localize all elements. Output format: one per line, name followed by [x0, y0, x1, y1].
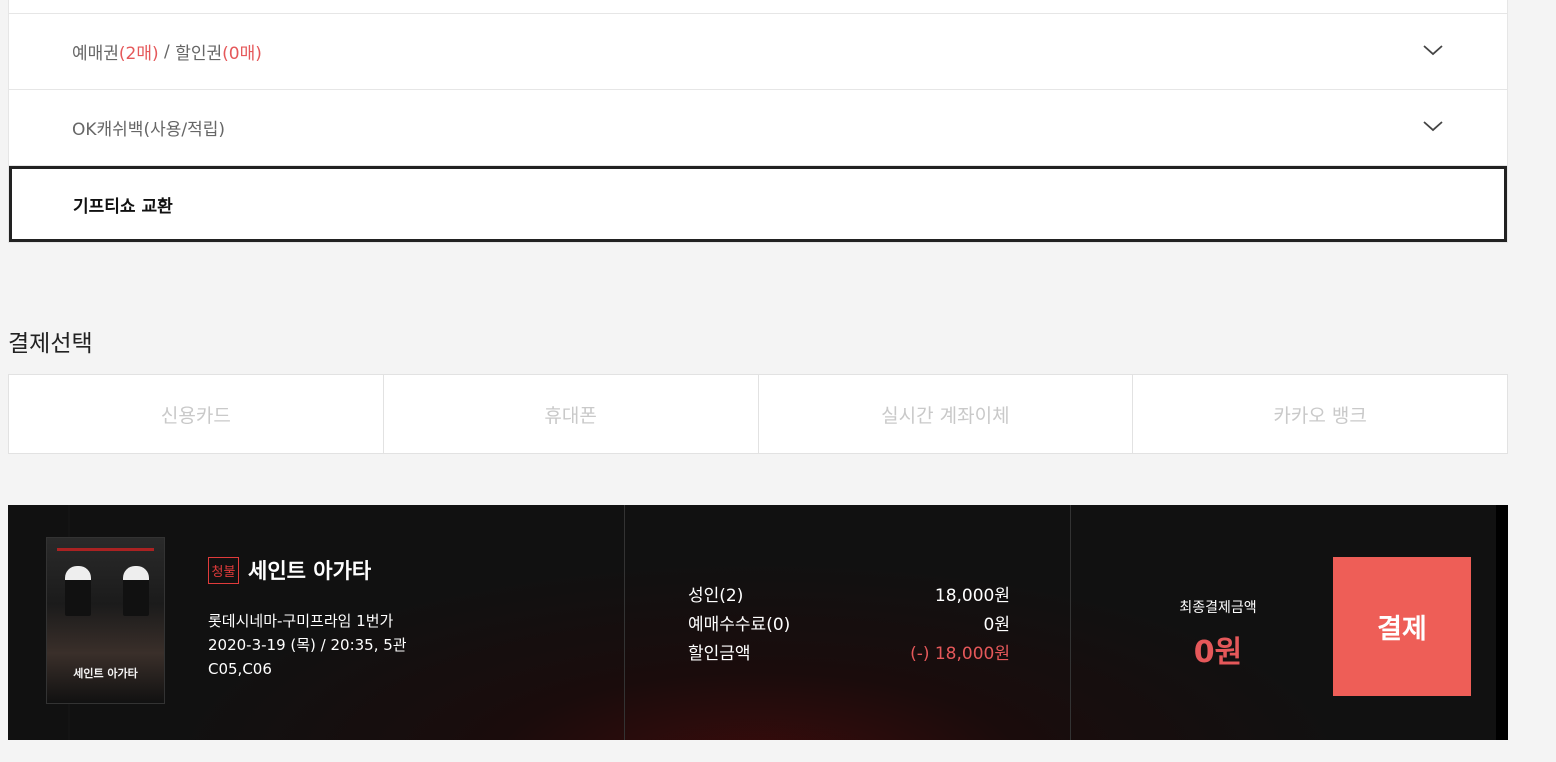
tab-bank-transfer[interactable]: 실시간 계좌이체 [759, 375, 1134, 453]
tab-mobile[interactable]: 휴대폰 [384, 375, 759, 453]
price-label: 성인(2) [688, 586, 744, 606]
separator: / [158, 41, 176, 62]
final-amount-label: 최종결제금액 [1179, 600, 1257, 616]
seat-numbers: C05,C06 [208, 660, 272, 678]
movie-info: 롯데시네마-구미프라임 1번가 2020-3-19 (목) / 20:35, 5… [208, 609, 407, 681]
final-amount-value: 0원 [1193, 635, 1243, 670]
price-breakdown: 성인(2) 18,000원 예매수수료(0) 0원 할인금액 (-) 18,00… [688, 579, 1010, 666]
coupon-label: 할인권 [175, 44, 223, 64]
price-value: 18,000원 [934, 586, 1010, 606]
movie-poster: 세인트 아가타 [46, 537, 165, 704]
gifticon-label: 기프티쇼 교환 [73, 196, 173, 217]
divider [1070, 505, 1071, 740]
price-row-adult: 성인(2) 18,000원 [688, 579, 1010, 608]
age-rating-badge: 청불 [208, 557, 239, 584]
divider [624, 505, 625, 740]
payment-section-title: 결제선택 [8, 331, 93, 357]
price-label: 할인금액 [688, 644, 751, 664]
okcashbag-label: OK캐쉬백(사용/적립) [72, 120, 226, 140]
accordion-top-spacer [9, 0, 1507, 14]
chevron-down-icon[interactable] [1423, 43, 1443, 57]
poster-decoration [57, 548, 154, 551]
discount-accordion: 예매권 (2매) / 할인권 (0매) OK캐쉬백(사용/적립) 기프티쇼 교환 [8, 0, 1508, 243]
payment-method-tabs: 신용카드 휴대폰 실시간 계좌이체 카카오 뱅크 [8, 374, 1508, 454]
movie-title: 세인트 아가타 [248, 559, 372, 583]
poster-figure [123, 566, 149, 616]
price-value: (-) 18,000원 [910, 644, 1010, 664]
ticket-label: 예매권 [72, 44, 119, 64]
poster-figure [65, 566, 91, 616]
theater-name: 롯데시네마-구미프라임 1번가 [208, 612, 394, 630]
price-row-fee: 예매수수료(0) 0원 [688, 608, 1010, 637]
tab-credit-card[interactable]: 신용카드 [9, 375, 384, 453]
ticket-coupon-row[interactable]: 예매권 (2매) / 할인권 (0매) [9, 14, 1507, 90]
okcashbag-row[interactable]: OK캐쉬백(사용/적립) [9, 90, 1507, 166]
price-row-discount: 할인금액 (-) 18,000원 [688, 637, 1010, 666]
gifticon-row[interactable]: 기프티쇼 교환 [9, 166, 1507, 242]
ticket-count: (2매) [118, 44, 159, 64]
poster-title: 세인트 아가타 [73, 667, 138, 680]
showtime: 2020-3-19 (목) / 20:35, 5관 [208, 636, 407, 654]
chevron-down-icon[interactable] [1423, 119, 1443, 133]
booking-summary-bar: 세인트 아가타 청불 세인트 아가타 롯데시네마-구미프라임 1번가 2020-… [8, 505, 1508, 740]
price-value: 0원 [983, 615, 1010, 635]
summary-edge [1496, 505, 1508, 740]
price-label: 예매수수료(0) [688, 615, 791, 635]
pay-button[interactable]: 결제 [1333, 557, 1471, 696]
coupon-count: (0매) [222, 44, 262, 64]
tab-kakao-bank[interactable]: 카카오 뱅크 [1133, 375, 1507, 453]
